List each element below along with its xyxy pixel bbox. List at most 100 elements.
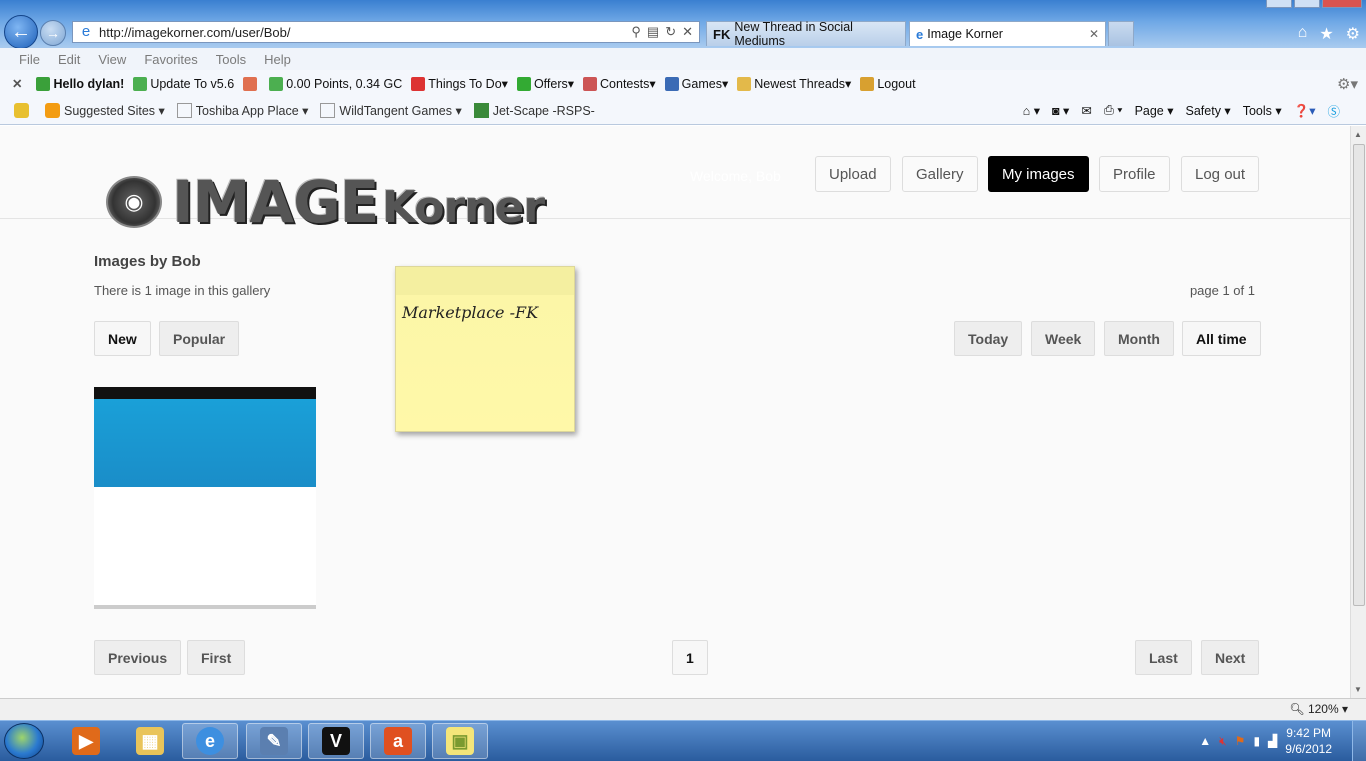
fav-jetscape[interactable]: Jet-Scape -RSPS- <box>473 103 595 118</box>
vlc-app-icon[interactable]: V <box>308 723 364 759</box>
logout-link[interactable]: Logout <box>860 76 916 91</box>
search-icon[interactable]: ⚲ <box>631 24 641 40</box>
fav-wildtangent[interactable]: WildTangent Games ▾ <box>320 103 462 118</box>
gear-icon[interactable]: ⚙ <box>1346 24 1360 44</box>
minimize-button[interactable] <box>1266 0 1292 8</box>
scroll-up-icon[interactable]: ▲ <box>1354 130 1362 139</box>
page-menu[interactable]: Page ▾ <box>1135 103 1174 118</box>
site-logo[interactable]: ◉ IMAGE Korner <box>106 168 545 236</box>
tab-new-thread[interactable]: FK New Thread in Social Mediums <box>706 20 906 48</box>
media-player-icon[interactable]: ▶ <box>58 723 114 759</box>
filter-today-button[interactable]: Today <box>954 321 1023 356</box>
network-icon[interactable]: ▟ <box>1268 734 1277 748</box>
menu-view[interactable]: View <box>89 52 135 67</box>
forward-button[interactable]: → <box>40 20 66 46</box>
show-desktop-button[interactable] <box>1352 721 1366 761</box>
home-icon[interactable]: ⌂ <box>1298 24 1308 44</box>
update-link[interactable]: Update To v5.6 <box>133 76 234 91</box>
safety-menu[interactable]: Safety ▾ <box>1186 103 1231 118</box>
sort-new-button[interactable]: New <box>94 321 151 356</box>
image-thumbnail[interactable] <box>94 387 316 609</box>
maximize-button[interactable] <box>1294 0 1320 8</box>
contests-menu[interactable]: Contests ▾ <box>583 76 656 91</box>
menu-edit[interactable]: Edit <box>49 52 89 67</box>
stop-icon[interactable]: ✕ <box>682 24 693 40</box>
profile-button[interactable]: Profile <box>1099 156 1170 192</box>
coins-icon <box>269 76 284 91</box>
refresh-icon[interactable]: ↻ <box>665 24 676 40</box>
sticky-note[interactable]: Marketplace -FK <box>395 266 575 432</box>
help-icon[interactable]: ❓▾ <box>1294 103 1316 119</box>
tools-menu[interactable]: Tools ▾ <box>1243 103 1282 118</box>
gallery-count: There is 1 image in this gallery <box>94 283 271 298</box>
games-menu[interactable]: Games ▾ <box>664 76 728 91</box>
print-icon[interactable]: ⎙ ▾ <box>1104 103 1123 118</box>
scroll-thumb[interactable] <box>1353 144 1365 606</box>
fav-toshiba[interactable]: Toshiba App Place ▾ <box>176 103 308 118</box>
tab-label: New Thread in Social Mediums <box>734 20 853 48</box>
url-text[interactable]: http://imagekorner.com/user/Bob/ <box>99 25 631 40</box>
previous-button[interactable]: Previous <box>94 640 182 675</box>
last-button[interactable]: Last <box>1135 640 1192 675</box>
read-mail-icon[interactable]: ✉ <box>1081 103 1091 118</box>
avast-icon[interactable]: a <box>370 723 426 759</box>
clock[interactable]: 9:42 PM 9/6/2012 <box>1285 725 1332 757</box>
address-bar[interactable]: e http://imagekorner.com/user/Bob/ ⚲ ▤ ↻… <box>72 21 700 43</box>
things-to-do-menu[interactable]: Things To Do ▾ <box>411 76 508 91</box>
home-page-icon[interactable]: ⌂ ▾ <box>1023 103 1040 118</box>
my-images-button[interactable]: My images <box>988 156 1089 192</box>
start-button[interactable] <box>4 723 44 759</box>
vertical-scrollbar[interactable]: ▲ ▼ <box>1350 126 1366 698</box>
back-button[interactable]: ← <box>4 15 38 49</box>
close-tab-icon[interactable]: ✕ <box>1089 27 1099 41</box>
status-bar: 🔍︎ 120% ▾ <box>0 698 1366 720</box>
first-button[interactable]: First <box>187 640 246 675</box>
offers-menu[interactable]: Offers ▾ <box>516 76 574 91</box>
gallery-button[interactable]: Gallery <box>902 156 978 192</box>
internet-explorer-icon[interactable]: e <box>182 723 238 759</box>
compat-view-icon[interactable]: ▤ <box>647 24 659 40</box>
ie-command-bar: ⌂ ▾ ◙ ▾ ✉ ⎙ ▾ Page ▾ Safety ▾ Tools ▾ ❓▾… <box>1023 101 1340 120</box>
add-favorite-icon[interactable] <box>14 103 33 118</box>
volume-muted-icon[interactable]: 🔇︎ <box>1219 734 1227 749</box>
filter-month-button[interactable]: Month <box>1104 321 1174 356</box>
paint-icon[interactable]: ✎ <box>246 723 302 759</box>
show-hidden-icons-icon[interactable]: ▲ <box>1199 734 1211 748</box>
browser-chrome: ← → e http://imagekorner.com/user/Bob/ ⚲… <box>0 0 1366 126</box>
dollar-icon <box>516 76 531 91</box>
sort-popular-button[interactable]: Popular <box>159 321 240 356</box>
points-link[interactable]: 0.00 Points, 0.34 GC <box>269 76 402 91</box>
next-button[interactable]: Next <box>1201 640 1260 675</box>
page-number-button[interactable]: 1 <box>672 640 708 675</box>
filter-week-button[interactable]: Week <box>1031 321 1096 356</box>
gamepad-icon <box>664 76 679 91</box>
fav-suggested-sites[interactable]: Suggested Sites ▾ <box>45 103 165 118</box>
new-tab-button[interactable] <box>1108 21 1134 46</box>
pc-logo-icon <box>36 76 51 91</box>
menu-help[interactable]: Help <box>255 52 300 67</box>
power-icon[interactable]: ▮ <box>1253 734 1260 748</box>
menu-file[interactable]: File <box>10 52 49 67</box>
feeds-icon[interactable]: ◙ ▾ <box>1052 103 1069 118</box>
zoom-control[interactable]: 🔍︎ 120% ▾ <box>1289 702 1348 716</box>
settings-gear-icon[interactable]: ⚙▾ <box>1337 75 1358 93</box>
close-window-button[interactable] <box>1322 0 1362 8</box>
hello-user[interactable]: Hello dylan! <box>36 76 124 91</box>
favorites-star-icon[interactable]: ★ <box>1319 24 1333 44</box>
skype-icon[interactable]: Ⓢ <box>1327 101 1340 120</box>
close-toolbar-icon[interactable]: ✕ <box>12 76 22 91</box>
action-center-icon[interactable]: ⚑ <box>1235 734 1246 748</box>
filter-all-time-button[interactable]: All time <box>1182 321 1261 356</box>
sticky-notes-icon[interactable]: ▣ <box>432 723 488 759</box>
sticky-note-text[interactable]: Marketplace -FK <box>402 303 538 322</box>
mail-icon[interactable] <box>243 76 260 91</box>
scroll-down-icon[interactable]: ▼ <box>1354 685 1362 694</box>
menu-tools[interactable]: Tools <box>207 52 255 67</box>
menu-favorites[interactable]: Favorites <box>135 52 206 67</box>
newest-threads-menu[interactable]: Newest Threads ▾ <box>737 76 851 91</box>
tab-image-korner[interactable]: e Image Korner ✕ <box>909 21 1106 46</box>
upload-button[interactable]: Upload <box>815 156 891 192</box>
file-explorer-icon[interactable]: ▦ <box>122 723 178 759</box>
sticky-note-header <box>396 267 574 295</box>
logout-button[interactable]: Log out <box>1181 156 1260 192</box>
